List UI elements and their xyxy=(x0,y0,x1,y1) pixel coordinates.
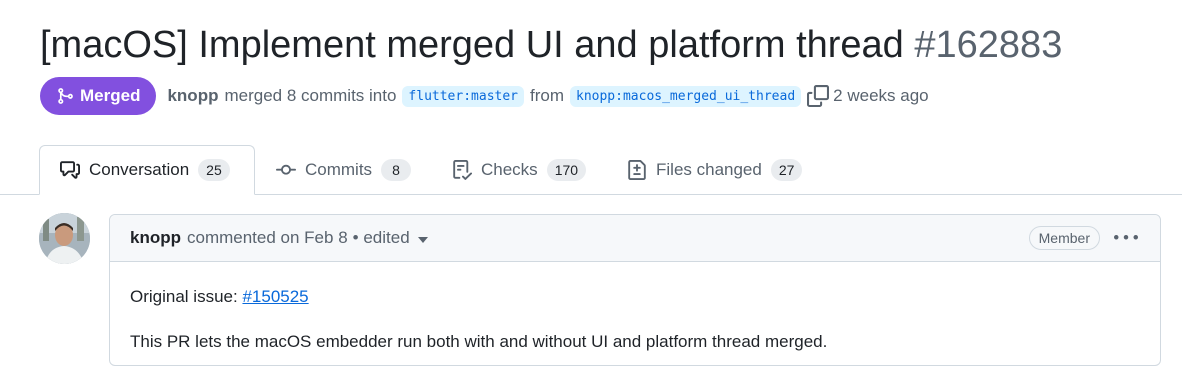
tab-files-changed[interactable]: Files changed 27 xyxy=(627,145,803,194)
tab-checks[interactable]: Checks 170 xyxy=(452,145,587,194)
merged-text: merged 8 commits into xyxy=(224,86,397,105)
comment-text: This PR lets the macOS embedder run both… xyxy=(130,332,828,351)
original-issue-label: Original issue: xyxy=(130,287,238,306)
avatar-photo-icon xyxy=(39,213,90,264)
tab-checks-label: Checks xyxy=(481,159,538,179)
role-badge: Member xyxy=(1028,226,1100,250)
tab-conversation-count: 25 xyxy=(198,159,230,181)
tab-commits-count: 8 xyxy=(381,158,412,181)
comment-card: knopp commented on Feb 8 • edited Member… xyxy=(109,214,1161,366)
tab-files-changed-count: 27 xyxy=(770,158,803,181)
head-branch[interactable]: knopp:macos_merged_ui_thread xyxy=(570,85,802,107)
checklist-icon xyxy=(453,159,472,180)
kebab-menu-icon[interactable] xyxy=(1114,226,1138,250)
git-merge-icon xyxy=(58,88,73,104)
tab-conversation[interactable]: Conversation 25 xyxy=(39,145,255,195)
comment-author-link[interactable]: knopp xyxy=(130,228,181,248)
edited-label[interactable]: • edited xyxy=(353,228,410,248)
tab-conversation-label: Conversation xyxy=(89,160,190,179)
tab-checks-count: 170 xyxy=(546,158,587,181)
pr-meta: Merged knopp merged 8 commits into flutt… xyxy=(40,77,935,115)
comment-timestamp[interactable]: commented on Feb 8 xyxy=(187,228,348,248)
pr-title-text: [macOS] Implement merged UI and platform… xyxy=(40,24,904,66)
pr-author-link[interactable]: knopp xyxy=(167,86,218,106)
tab-commits[interactable]: Commits 8 xyxy=(276,145,412,194)
pr-number: #162883 xyxy=(914,24,1063,66)
pr-title: [macOS] Implement merged UI and platform… xyxy=(40,22,1062,68)
copy-icon[interactable] xyxy=(807,85,830,107)
time-ago: 2 weeks ago xyxy=(833,86,929,105)
tab-commits-label: Commits xyxy=(305,159,373,179)
comment-header: knopp commented on Feb 8 • edited Member xyxy=(110,215,1160,262)
avatar[interactable] xyxy=(39,213,90,264)
tab-files-changed-label: Files changed xyxy=(656,159,762,179)
pr-tabs: Conversation 25 Commits 8 Checks 170 Fil… xyxy=(0,145,1182,195)
issue-link[interactable]: #150525 xyxy=(242,287,308,306)
chevron-down-icon[interactable] xyxy=(417,236,428,243)
merged-state-badge: Merged xyxy=(40,77,157,115)
merged-state-label: Merged xyxy=(80,86,141,105)
from-text: from xyxy=(530,86,564,105)
comment-discussion-icon xyxy=(60,161,80,179)
git-commit-icon xyxy=(276,164,296,175)
original-issue-line: Original issue: #150525 xyxy=(130,287,309,307)
base-branch[interactable]: flutter:master xyxy=(402,85,524,107)
file-diff-icon xyxy=(628,159,646,180)
